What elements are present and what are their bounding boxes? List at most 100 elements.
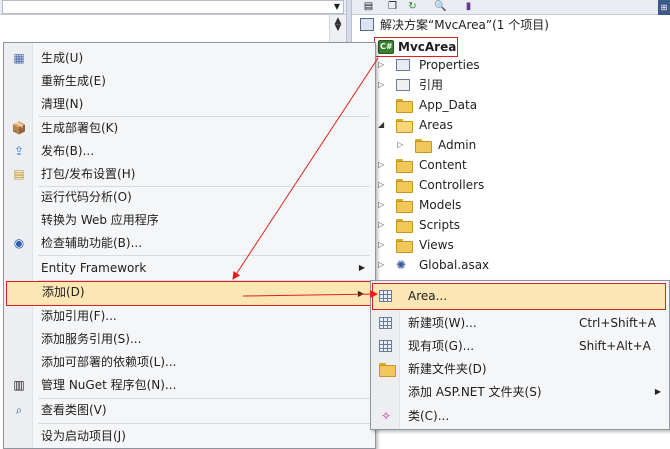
- tree-node-properties[interactable]: ▷ Properties: [378, 55, 658, 75]
- expand-arrow-icon[interactable]: ▷: [378, 75, 388, 95]
- collapse-arrow-icon[interactable]: ◢: [378, 115, 388, 135]
- menu-label: 清理(N): [41, 97, 84, 111]
- properties-toolbar-icon[interactable]: ▤: [362, 1, 375, 13]
- node-label: 引用: [419, 78, 444, 92]
- submenu-arrow-icon: ▶: [357, 289, 364, 298]
- menu-item-clean[interactable]: 清理(N): [6, 93, 373, 115]
- tree-node-views[interactable]: ▷ Views: [378, 235, 658, 255]
- node-label: Models: [419, 198, 462, 212]
- submenu-item-new-folder[interactable]: 新建文件夹(D): [373, 357, 667, 381]
- expand-arrow-icon[interactable]: ▷: [378, 235, 388, 255]
- menu-item-view-class-diagram[interactable]: ⌕ 查看类图(V): [6, 399, 373, 421]
- menu-item-build[interactable]: ▦ 生成(U): [6, 47, 373, 69]
- deploy-package-icon: 📦: [11, 121, 27, 135]
- tree-node-models[interactable]: ▷ Models: [378, 195, 658, 215]
- submenu-item-existing-item[interactable]: 现有项(G)... Shift+Alt+A: [373, 334, 667, 358]
- project-context-menu: ▦ 生成(U) 重新生成(E) 清理(N) 📦 生成部署包(K) ⇪ 发布(B)…: [3, 42, 376, 449]
- tree-node-scripts[interactable]: ▷ Scripts: [378, 215, 658, 235]
- menu-label: 设为启动项目(J): [41, 429, 126, 443]
- view-class-diagram-icon[interactable]: 🔍: [434, 1, 447, 13]
- member-dropdown[interactable]: ▼: [2, 0, 344, 14]
- project-label: MvcArea: [398, 40, 457, 54]
- folder-icon: [396, 238, 413, 253]
- refresh-icon[interactable]: ↻: [406, 1, 419, 13]
- node-label: Controllers: [419, 178, 485, 192]
- menu-label: 打包/发布设置(H): [41, 167, 136, 181]
- menu-shortcut: Shift+Alt+A: [579, 339, 651, 353]
- split-handle-icon[interactable]: ▲ ▼: [333, 17, 343, 33]
- package-settings-icon: ▤: [13, 167, 25, 181]
- global-asax-icon: ✺: [396, 258, 407, 272]
- menu-item-rebuild[interactable]: 重新生成(E): [6, 70, 373, 92]
- project-node-mvcarea[interactable]: MvcArea: [374, 37, 458, 57]
- menu-item-build-deploy-package[interactable]: 📦 生成部署包(K): [6, 117, 373, 139]
- side-tab[interactable]: ⊞: [658, 0, 670, 15]
- submenu-item-area[interactable]: Area...: [372, 283, 666, 310]
- nuget-icon: ▥: [13, 378, 25, 392]
- submenu-item-new-item[interactable]: 新建项(W)... Ctrl+Shift+A: [373, 311, 667, 335]
- solution-node[interactable]: 解决方案“MvcArea”(1 个项目): [360, 15, 660, 35]
- menu-label: 添加服务引用(S)...: [41, 332, 142, 346]
- menu-item-add-reference[interactable]: 添加引用(F)...: [6, 305, 373, 327]
- node-label: Areas: [419, 118, 453, 132]
- menu-label: Area...: [408, 289, 448, 303]
- class-diagram-icon: ⌕: [15, 403, 23, 417]
- build-icon: ▦: [13, 51, 25, 65]
- new-folder-icon: [378, 361, 396, 377]
- menu-item-set-startup-project[interactable]: 设为启动项目(J): [6, 425, 373, 447]
- menu-separator: [38, 423, 370, 424]
- menu-label: 发布(B)...: [41, 144, 95, 158]
- expand-arrow-icon[interactable]: ▷: [378, 255, 388, 275]
- menu-item-add-service-reference[interactable]: 添加服务引用(S)...: [6, 328, 373, 350]
- folder-icon: [396, 158, 413, 173]
- expand-arrow-icon[interactable]: ▷: [378, 195, 388, 215]
- menu-item-package-publish-settings[interactable]: ▤ 打包/发布设置(H): [6, 163, 373, 185]
- tree-node-app-data[interactable]: App_Data: [378, 95, 658, 115]
- node-label: Views: [419, 238, 454, 252]
- node-label: Properties: [419, 58, 480, 72]
- expand-arrow-icon[interactable]: ▷: [378, 175, 388, 195]
- menu-label: 检查辅助功能(B)...: [41, 236, 143, 250]
- expand-arrow-icon[interactable]: ▷: [378, 55, 388, 75]
- expand-arrow-icon[interactable]: ▷: [397, 135, 407, 155]
- submenu-item-add-aspnet-folder[interactable]: 添加 ASP.NET 文件夹(S) ▶: [373, 380, 667, 404]
- tree-node-controllers[interactable]: ▷ Controllers: [378, 175, 658, 195]
- tree-node-content[interactable]: ▷ Content: [378, 155, 658, 175]
- menu-label: 查看类图(V): [41, 403, 107, 417]
- submenu-item-class[interactable]: ✧ 类(C)...: [373, 404, 667, 428]
- menu-item-publish[interactable]: ⇪ 发布(B)...: [6, 140, 373, 162]
- tree-node-admin[interactable]: ▷ Admin: [397, 135, 657, 155]
- menu-item-convert-to-web-app[interactable]: 转换为 Web 应用程序: [6, 209, 373, 231]
- tree-node-areas[interactable]: ◢ Areas: [378, 115, 658, 135]
- menu-item-entity-framework[interactable]: Entity Framework ▶: [6, 257, 373, 279]
- menu-label: 生成(U): [41, 51, 84, 65]
- tree-node-global-asax[interactable]: ▷ ✺ Global.asax: [378, 255, 658, 275]
- add-submenu: Area... 新建项(W)... Ctrl+Shift+A 现有项(G)...…: [370, 280, 670, 430]
- node-label: App_Data: [419, 98, 478, 112]
- submenu-arrow-icon: ▶: [358, 263, 365, 272]
- expand-arrow-icon[interactable]: ▷: [378, 215, 388, 235]
- expand-arrow-icon[interactable]: ▷: [378, 155, 388, 175]
- menu-item-run-code-analysis[interactable]: 运行代码分析(O): [6, 186, 373, 208]
- class-icon: ✧: [380, 409, 392, 423]
- node-label: Content: [419, 158, 467, 172]
- area-icon: [378, 288, 394, 304]
- solution-label: 解决方案“MvcArea”(1 个项目): [380, 18, 549, 32]
- menu-item-check-accessibility[interactable]: ◉ 检查辅助功能(B)...: [6, 232, 373, 254]
- menu-label: 添加 ASP.NET 文件夹(S): [408, 385, 542, 399]
- accessibility-icon: ◉: [13, 236, 25, 250]
- show-all-files-icon[interactable]: ❐: [386, 1, 399, 13]
- menu-label: Entity Framework: [41, 261, 147, 275]
- menu-item-add-deployable-dependencies[interactable]: 添加可部署的依赖项(L)...: [6, 351, 373, 373]
- menu-item-add[interactable]: 添加(D) ▶: [6, 281, 373, 306]
- menu-label: 新建项(W)...: [408, 316, 477, 330]
- folder-icon: [396, 218, 413, 233]
- menu-shortcut: Ctrl+Shift+A: [579, 316, 656, 330]
- menu-label: 添加(D): [42, 285, 85, 299]
- view-code-icon[interactable]: ▮: [462, 1, 475, 13]
- menu-item-manage-nuget[interactable]: ▥ 管理 NuGet 程序包(N)...: [6, 374, 373, 396]
- tree-node-references[interactable]: ▷ 引用: [378, 75, 658, 95]
- menu-label: 现有项(G)...: [408, 339, 475, 353]
- menu-label: 类(C)...: [408, 409, 450, 423]
- menu-label: 转换为 Web 应用程序: [41, 213, 159, 227]
